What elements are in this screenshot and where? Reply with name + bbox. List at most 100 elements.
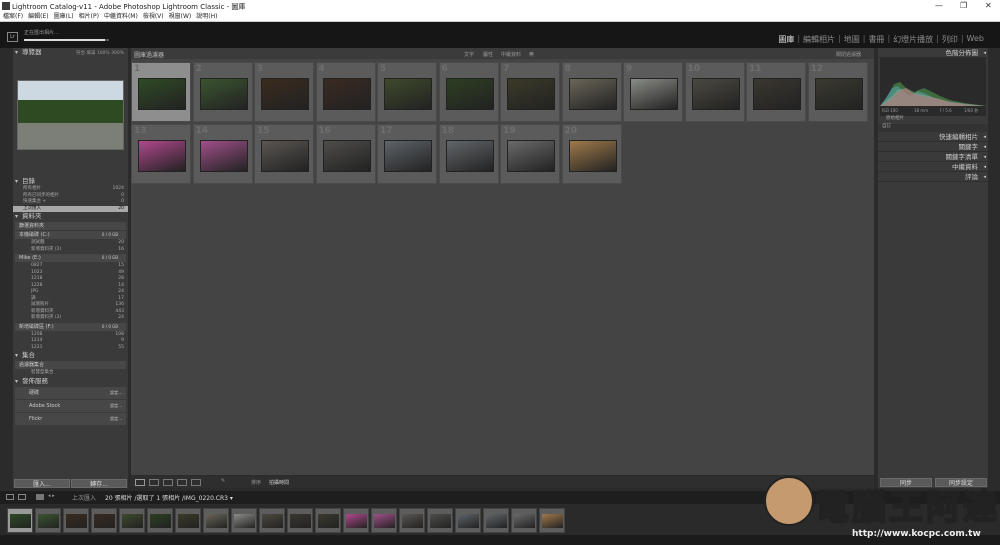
menu-window[interactable]: 視窗(W): [169, 12, 192, 21]
filmstrip-thumbnail[interactable]: [399, 508, 425, 533]
filmstrip-thumbnail[interactable]: [371, 508, 397, 533]
filmstrip-thumbnail[interactable]: [7, 508, 33, 533]
menu-file[interactable]: 檔案(F): [3, 12, 23, 21]
photo-thumbnail[interactable]: [261, 139, 309, 172]
grid-cell[interactable]: 17: [377, 123, 437, 184]
filter-text[interactable]: 文字: [464, 51, 474, 58]
filmstrip-thumbnail[interactable]: [231, 508, 257, 533]
filmstrip-thumbnail[interactable]: [175, 508, 201, 533]
publish-setup-button[interactable]: 設定...: [110, 400, 122, 412]
module-slideshow[interactable]: 幻燈片播放: [893, 34, 933, 45]
grid-cell[interactable]: 13: [131, 123, 191, 184]
filmstrip-thumbnail[interactable]: [343, 508, 369, 533]
folders-filter[interactable]: 篩選資料夾: [15, 222, 126, 230]
screen-2-icon[interactable]: [18, 494, 26, 500]
grid-cell[interactable]: 11: [746, 62, 806, 122]
photo-thumbnail[interactable]: [753, 78, 801, 110]
menu-library[interactable]: 圖庫(L): [54, 12, 74, 21]
folders-header[interactable]: 資料夾: [13, 212, 128, 221]
grid-cell[interactable]: 9: [623, 62, 683, 122]
original-photo-check[interactable]: 原始相片: [878, 116, 988, 124]
filter-metadata[interactable]: 中繼資料: [501, 51, 521, 58]
photo-thumbnail[interactable]: [507, 78, 555, 110]
loupe-view-icon[interactable]: [149, 479, 159, 486]
grid-cell[interactable]: 14: [192, 123, 253, 184]
sort-dropdown[interactable]: 拍攝時間: [269, 479, 289, 486]
filmstrip-thumbnail[interactable]: [63, 508, 89, 533]
grid-small-icon[interactable]: [36, 494, 44, 500]
publish-service[interactable]: 硬碟 設定...: [15, 386, 126, 399]
minimize-button[interactable]: —: [935, 1, 943, 10]
grid-cell[interactable]: 2: [192, 62, 253, 122]
filter-attribute[interactable]: 屬性: [483, 51, 493, 58]
filmstrip-thumbnail[interactable]: [35, 508, 61, 533]
photo-thumbnail[interactable]: [322, 139, 371, 172]
photo-thumbnail[interactable]: [199, 139, 248, 172]
photo-thumbnail[interactable]: [322, 78, 371, 110]
collections-header[interactable]: 集合: [13, 351, 128, 360]
screen-1-icon[interactable]: [6, 494, 14, 500]
histogram-header[interactable]: 色階分佈圖: [878, 48, 988, 58]
publish-header[interactable]: 發佈服務: [13, 377, 128, 386]
volume-header[interactable]: 新增磁碟區 (F:) 0 / 0 GB: [15, 322, 126, 331]
publish-setup-button[interactable]: 設定...: [110, 413, 122, 425]
menu-help[interactable]: 說明(H): [196, 12, 217, 21]
photo-thumbnail[interactable]: [138, 78, 186, 110]
navigator-preview[interactable]: [17, 80, 124, 150]
module-web[interactable]: Web: [967, 34, 984, 45]
grid-cell[interactable]: 8: [561, 62, 622, 122]
filmstrip-thumbnail[interactable]: [427, 508, 453, 533]
photo-thumbnail[interactable]: [138, 139, 186, 172]
import-button[interactable]: 匯入...: [14, 479, 70, 488]
grid-cell[interactable]: 18: [438, 123, 499, 184]
photo-thumbnail[interactable]: [507, 139, 555, 172]
photo-thumbnail[interactable]: [199, 78, 248, 110]
filter-none[interactable]: 無: [529, 51, 534, 58]
photo-thumbnail[interactable]: [445, 78, 494, 110]
metadata-header[interactable]: 中繼資料: [878, 162, 988, 172]
maximize-button[interactable]: ❐: [960, 1, 967, 10]
filmstrip-thumbnail[interactable]: [203, 508, 229, 533]
menu-metadata[interactable]: 中繼資料(M): [104, 12, 138, 21]
photo-thumbnail[interactable]: [445, 139, 494, 172]
grid-cell[interactable]: 19: [500, 123, 560, 184]
filmstrip-thumbnail[interactable]: [483, 508, 509, 533]
volume-header[interactable]: Mike (E:) 0 / 0 GB: [15, 254, 126, 262]
filmstrip-thumbnail[interactable]: [511, 508, 537, 533]
grid-view-icon[interactable]: [135, 479, 145, 486]
grid-cell[interactable]: 3: [254, 62, 314, 122]
painter-icon[interactable]: ✎: [221, 478, 225, 484]
filmstrip-thumbnail[interactable]: [119, 508, 145, 533]
photo-thumbnail[interactable]: [261, 78, 309, 110]
grid-cell[interactable]: 15: [254, 123, 314, 184]
menu-view[interactable]: 檢視(V): [143, 12, 164, 21]
nav-arrows[interactable]: ◂ ▸: [48, 493, 55, 499]
volume-header[interactable]: 本機磁碟 (C:) 0 / 0 GB: [15, 231, 126, 239]
collections-filter[interactable]: 過濾器集合: [15, 361, 126, 369]
publish-service[interactable]: Flickr 設定...: [15, 412, 126, 425]
keywords-header[interactable]: 關鍵字: [878, 142, 988, 152]
filmstrip-thumbnail[interactable]: [539, 508, 565, 533]
photo-thumbnail[interactable]: [814, 78, 863, 110]
grid-cell[interactable]: 5: [377, 62, 437, 122]
keyword-list-header[interactable]: 關鍵字清單: [878, 152, 988, 162]
filter-preset[interactable]: 關閉過濾器: [836, 51, 861, 58]
compare-view-icon[interactable]: [163, 479, 173, 486]
catalog-header[interactable]: 目錄: [13, 177, 128, 186]
filmstrip-thumbnail[interactable]: [91, 508, 117, 533]
filmstrip-thumbnail[interactable]: [287, 508, 313, 533]
grid-cell[interactable]: 10: [684, 62, 745, 122]
quick-develop-header[interactable]: 快速編輯相片: [878, 132, 988, 142]
module-develop[interactable]: 編輯相片: [803, 34, 835, 45]
grid-cell[interactable]: 12: [807, 62, 868, 122]
photo-thumbnail[interactable]: [691, 78, 740, 110]
grid-cell[interactable]: 7: [500, 62, 560, 122]
navigator-zoom[interactable]: 符合 填滿 100% 300%: [76, 50, 124, 56]
close-button[interactable]: ✕: [985, 1, 992, 10]
module-library[interactable]: 圖庫: [778, 34, 794, 45]
comments-header[interactable]: 評論: [878, 172, 988, 182]
module-print[interactable]: 列印: [942, 34, 958, 45]
people-view-icon[interactable]: [191, 479, 201, 486]
photo-thumbnail[interactable]: [568, 78, 617, 110]
grid-cell[interactable]: 6: [438, 62, 499, 122]
